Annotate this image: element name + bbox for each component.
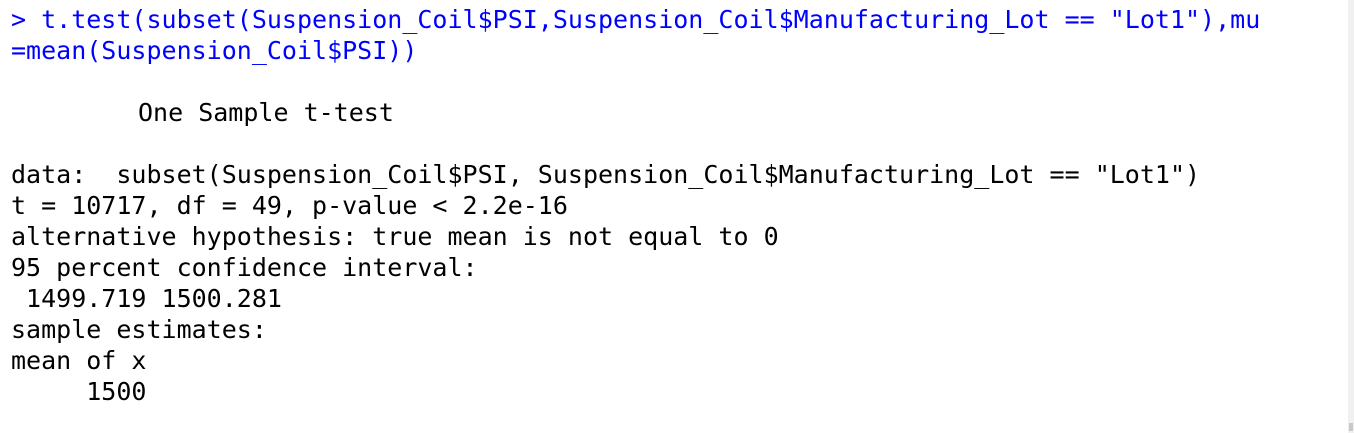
estimate-name: mean of x	[11, 346, 147, 375]
data-line: data: subset(Suspension_Coil$PSI, Suspen…	[11, 160, 1201, 189]
confidence-interval-label: 95 percent confidence interval:	[11, 253, 478, 282]
statistic-line: t = 10717, df = 49, p-value < 2.2e-16	[11, 191, 568, 220]
test-title: One Sample t-test	[138, 98, 394, 127]
sample-estimates-label: sample estimates:	[11, 315, 267, 344]
r-console[interactable]: > t.test(subset(Suspension_Coil$PSI,Susp…	[0, 0, 1354, 433]
confidence-interval-values: 1499.719 1500.281	[11, 284, 282, 313]
vertical-scrollbar[interactable]	[1348, 0, 1354, 433]
alternative-hypothesis-line: alternative hypothesis: true mean is not…	[11, 222, 779, 251]
estimate-value: 1500	[11, 377, 147, 406]
command-line-2: =mean(Suspension_Coil$PSI))	[11, 36, 418, 65]
command-line-1: > t.test(subset(Suspension_Coil$PSI,Susp…	[11, 5, 1261, 34]
scrollbar-thumb[interactable]	[1349, 423, 1353, 431]
